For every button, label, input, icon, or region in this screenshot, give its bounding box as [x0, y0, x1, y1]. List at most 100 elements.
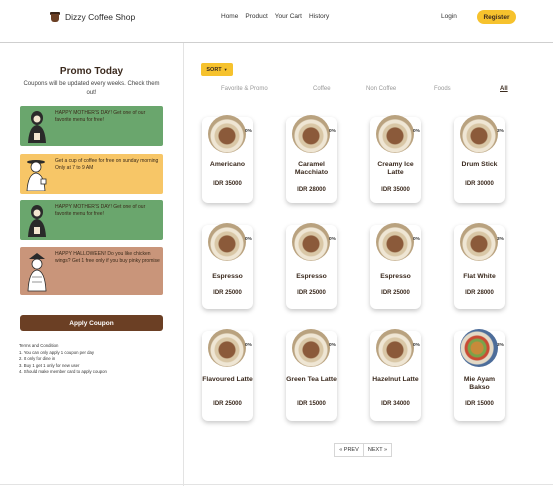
coupon-card[interactable]: HAPPY MOTHER'S DAY! Get one of our favor… — [20, 200, 163, 240]
coupon-text: HAPPY MOTHER'S DAY! Get one of our favor… — [55, 204, 146, 217]
product-card[interactable]: 3% Flat White IDR 28000 — [454, 223, 505, 309]
product-card[interactable]: 3% Mie Ayam Bakso IDR 15000 — [454, 329, 505, 421]
product-image — [292, 329, 330, 367]
coffee-cup-icon — [50, 11, 61, 23]
discount-badge: 0% — [245, 129, 252, 134]
nav-links: Home Product Your Cart History — [221, 13, 329, 20]
discount-badge: 0% — [245, 343, 252, 348]
product-name: Espresso — [212, 273, 243, 280]
product-image — [208, 115, 246, 153]
terms-and-conditions: Terms and Condition 1. You can only appl… — [19, 343, 179, 376]
sidebar-divider — [183, 43, 184, 486]
nav-history[interactable]: History — [309, 13, 329, 20]
brand-name: Dizzy Coffee Shop — [65, 12, 136, 22]
coupon-card[interactable]: HAPPY MOTHER'S DAY! Get one of our favor… — [20, 106, 163, 146]
apply-coupon-button[interactable]: Apply Coupon — [20, 315, 163, 331]
product-card[interactable]: 0% Creamy Ice Latte IDR 35000 — [370, 115, 421, 203]
product-card[interactable]: 0% Caramel Macchiato IDR 28000 — [286, 115, 337, 203]
halloween-illustration-icon — [27, 253, 47, 292]
product-card[interactable]: 0% Espresso IDR 25000 — [202, 223, 253, 309]
product-card[interactable]: 0% Espresso IDR 25000 — [370, 223, 421, 309]
product-image — [460, 329, 498, 367]
product-price: IDR 28000 — [297, 187, 326, 193]
product-price: IDR 28000 — [465, 290, 494, 296]
prev-page-button[interactable]: « PREV — [334, 443, 364, 457]
discount-badge: 0% — [413, 343, 420, 348]
product-name: Mie Ayam Bakso — [463, 376, 496, 391]
product-name: Americano — [209, 161, 246, 168]
product-image — [208, 223, 246, 261]
product-image — [208, 329, 246, 367]
product-card[interactable]: 0% Americano IDR 35000 — [202, 115, 253, 203]
product-price: IDR 25000 — [297, 290, 326, 296]
product-price: IDR 34000 — [381, 401, 410, 407]
tab-coffee[interactable]: Coffee — [313, 86, 331, 92]
discount-badge: 0% — [329, 129, 336, 134]
discount-badge: 3% — [497, 237, 504, 242]
terms-item: 4. Should make member card to apply coup… — [19, 369, 107, 374]
product-name: Green Tea Latte — [286, 376, 337, 383]
product-card[interactable]: 0% Espresso IDR 25000 — [286, 223, 337, 309]
coupon-card[interactable]: HAPPY HALLOWEEN! Do you like chicken win… — [20, 247, 163, 295]
product-image — [292, 223, 330, 261]
product-name: Espresso — [380, 273, 411, 280]
nav-home[interactable]: Home — [221, 13, 238, 20]
product-name: Drum Stick — [461, 161, 498, 168]
category-tabs: Favorite & Promo Coffee Non Coffee Foods… — [0, 86, 553, 96]
brand-logo[interactable]: Dizzy Coffee Shop — [50, 11, 135, 23]
login-link[interactable]: Login — [441, 13, 457, 20]
sort-dropdown-button[interactable]: SORT ▼ — [201, 63, 233, 76]
coupon-text: HAPPY HALLOWEEN! Do you like chicken win… — [55, 251, 160, 264]
product-image — [292, 115, 330, 153]
discount-badge: 0% — [329, 343, 336, 348]
sort-label: SORT — [206, 66, 222, 73]
pagination: « PREV NEXT » — [334, 443, 392, 457]
product-name: Flat White — [463, 273, 496, 280]
product-name: Caramel Macchiato — [294, 161, 329, 176]
nav-product[interactable]: Product — [245, 13, 267, 20]
product-price: IDR 30000 — [465, 181, 494, 187]
discount-badge: 0% — [413, 237, 420, 242]
mother-illustration-icon — [28, 205, 46, 237]
mother-illustration-icon — [28, 111, 46, 143]
discount-badge: 0% — [329, 237, 336, 242]
tab-foods[interactable]: Foods — [434, 86, 451, 92]
product-price: IDR 25000 — [213, 401, 242, 407]
nav-your-cart[interactable]: Your Cart — [275, 13, 302, 20]
product-price: IDR 35000 — [213, 181, 242, 187]
promo-title: Promo Today — [59, 66, 124, 77]
product-card[interactable]: 0% Flavoured Latte IDR 25000 — [202, 329, 253, 421]
product-name: Creamy Ice Latte — [377, 161, 414, 176]
next-page-button[interactable]: NEXT » — [364, 443, 392, 457]
product-price: IDR 15000 — [297, 401, 326, 407]
product-image — [376, 223, 414, 261]
product-card[interactable]: 0% Green Tea Latte IDR 15000 — [286, 329, 337, 421]
tab-all[interactable]: All — [500, 86, 508, 92]
discount-badge: 3% — [497, 129, 504, 134]
product-price: IDR 25000 — [381, 290, 410, 296]
product-image — [460, 115, 498, 153]
product-name: Flavoured Latte — [202, 376, 253, 383]
chevron-down-icon: ▼ — [223, 67, 228, 72]
product-card[interactable]: 0% Hazelnut Latte IDR 34000 — [370, 329, 421, 421]
coupon-card[interactable]: Get a cup of coffee for free on sunday m… — [20, 154, 163, 194]
product-image — [376, 115, 414, 153]
product-image — [376, 329, 414, 367]
product-name: Espresso — [296, 273, 327, 280]
discount-badge: 3% — [497, 343, 504, 348]
tab-non-coffee[interactable]: Non Coffee — [366, 86, 396, 92]
product-price: IDR 35000 — [381, 187, 410, 193]
product-price: IDR 25000 — [213, 290, 242, 296]
register-button[interactable]: Register — [477, 10, 516, 24]
top-navbar: Dizzy Coffee Shop Home Product Your Cart… — [0, 0, 553, 43]
tab-favorite-promo[interactable]: Favorite & Promo — [221, 86, 268, 92]
coupon-text: HAPPY MOTHER'S DAY! Get one of our favor… — [55, 110, 146, 123]
discount-badge: 0% — [245, 237, 252, 242]
discount-badge: 0% — [413, 129, 420, 134]
footer-divider — [0, 484, 553, 485]
product-name: Hazelnut Latte — [372, 376, 419, 383]
coffee-person-illustration-icon — [26, 160, 47, 191]
product-card[interactable]: 3% Drum Stick IDR 30000 — [454, 115, 505, 203]
product-price: IDR 15000 — [465, 401, 494, 407]
coupon-text: Get a cup of coffee for free on sunday m… — [55, 158, 159, 171]
